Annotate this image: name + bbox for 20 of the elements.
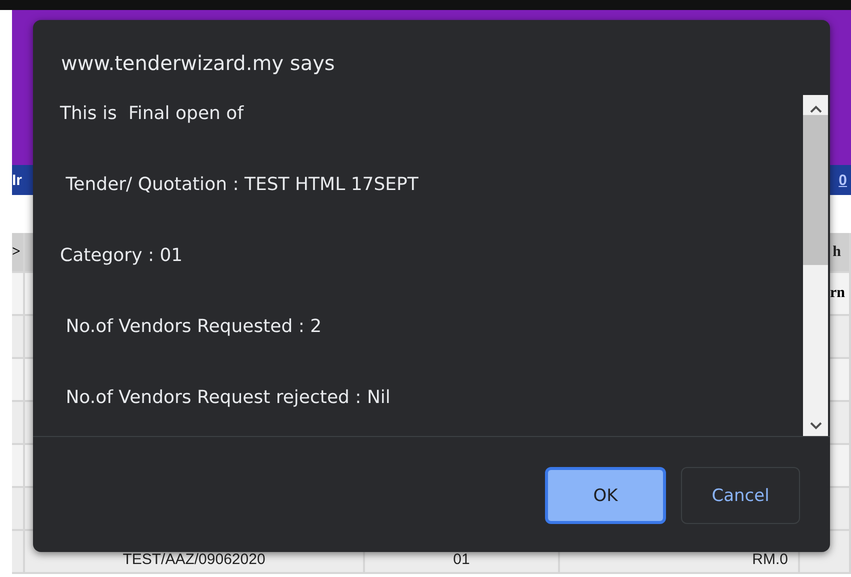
scrollbar[interactable] [803, 95, 828, 436]
message-line: No.of Vendors Request rejected : Nil [64, 386, 392, 409]
message-line: Tender/ Quotation : TEST HTML 17SEPT [64, 173, 420, 196]
message-line: This is Final open of [60, 102, 245, 125]
scrollbar-thumb[interactable] [803, 115, 828, 265]
header-link[interactable]: 0 [838, 172, 851, 188]
scroll-down-icon[interactable] [810, 422, 822, 430]
message-line: No.of Vendors Requested : 2 [64, 315, 323, 338]
message-line: Category : 01 [60, 244, 184, 267]
table-cell-link[interactable]: 01 [453, 551, 470, 568]
table-cell: rn [830, 285, 845, 302]
column-header: > [12, 244, 21, 260]
dialog-title: www.tenderwizard.my says [61, 50, 335, 76]
ok-button[interactable]: OK [545, 467, 666, 524]
table-cell: TEST/AAZ/09062020 [122, 551, 266, 568]
scroll-up-icon[interactable] [810, 105, 822, 113]
table-cell: RM.0 [752, 551, 788, 568]
cancel-button[interactable]: Cancel [681, 467, 800, 524]
header-text: Ir [12, 172, 22, 188]
column-header-link[interactable]: h [832, 244, 841, 260]
